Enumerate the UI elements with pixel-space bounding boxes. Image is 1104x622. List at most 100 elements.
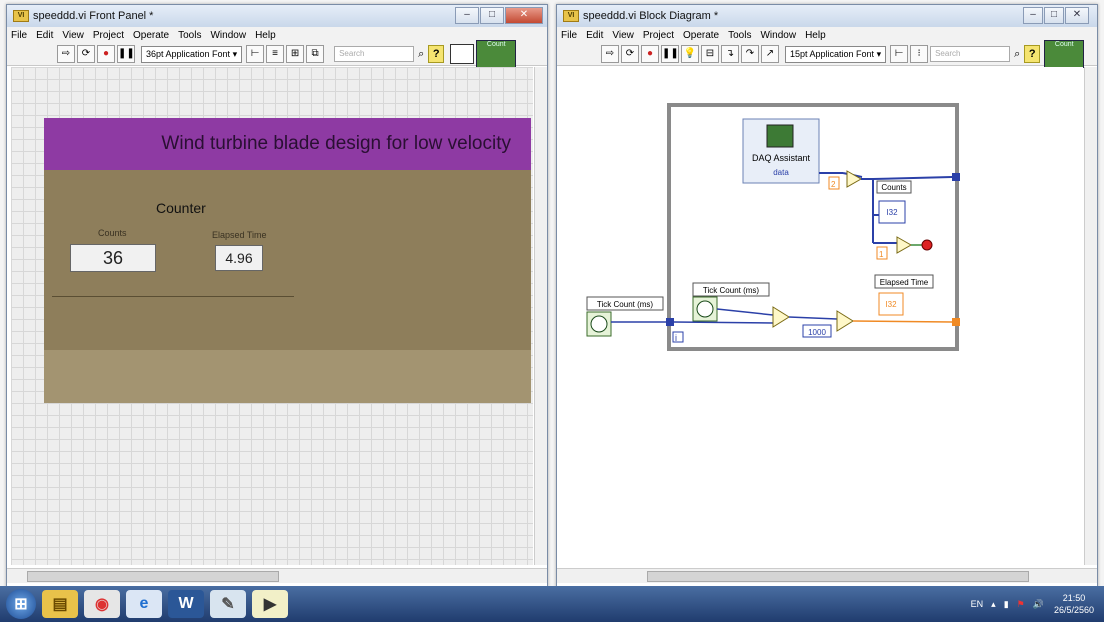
search-input[interactable]: Search bbox=[930, 46, 1011, 62]
constant-1000-label: 1000 bbox=[808, 328, 826, 337]
distribute-icon[interactable]: ≡ bbox=[266, 45, 285, 63]
help-icon[interactable]: ? bbox=[428, 45, 445, 63]
menu-operate[interactable]: Operate bbox=[683, 30, 719, 41]
daq-assistant-icon bbox=[766, 124, 794, 148]
counter-heading: Counter bbox=[156, 200, 206, 216]
menu-operate[interactable]: Operate bbox=[133, 30, 169, 41]
front-panel-decoration: Wind turbine blade design for low veloci… bbox=[44, 118, 531, 403]
menu-file[interactable]: File bbox=[11, 30, 27, 41]
cleanup-icon[interactable]: ⁝ bbox=[910, 45, 929, 63]
run-arrow-icon[interactable]: ⇨ bbox=[601, 45, 619, 63]
run-continuously-icon[interactable]: ⟳ bbox=[621, 45, 639, 63]
reorder-icon[interactable]: ⧉ bbox=[306, 45, 325, 63]
counts-indicator: 36 bbox=[70, 244, 156, 272]
run-arrow-icon[interactable]: ⇨ bbox=[57, 45, 75, 63]
menu-edit[interactable]: Edit bbox=[586, 30, 603, 41]
compare-node[interactable] bbox=[846, 170, 863, 188]
windows-taskbar: ⊞ ▤ ◉ e W ✎ ▶ EN ▴ ▮ ⚑ 🔊 21:50 26/5/2560 bbox=[0, 586, 1104, 622]
horizontal-scrollbar[interactable] bbox=[557, 568, 1097, 583]
font-select[interactable]: 36pt Application Font ▾ bbox=[141, 45, 243, 63]
menu-edit[interactable]: Edit bbox=[36, 30, 53, 41]
paint-icon[interactable]: ✎ bbox=[210, 590, 246, 618]
menu-file[interactable]: File bbox=[561, 30, 577, 41]
help-icon[interactable]: ? bbox=[1024, 45, 1041, 63]
menu-tools[interactable]: Tools bbox=[728, 30, 751, 41]
start-button[interactable]: ⊞ bbox=[6, 589, 36, 619]
action-center-icon[interactable]: ⚑ bbox=[1017, 599, 1025, 610]
greater-or-equal-node[interactable] bbox=[896, 236, 913, 254]
search-input[interactable]: Search bbox=[334, 46, 415, 62]
block-diagram-window[interactable]: VI speeddd.vi Block Diagram * – □ ✕ File… bbox=[556, 4, 1098, 588]
pause-icon[interactable]: ❚❚ bbox=[661, 45, 679, 63]
menu-project[interactable]: Project bbox=[643, 30, 674, 41]
close-button[interactable]: ✕ bbox=[505, 7, 543, 24]
menu-help[interactable]: Help bbox=[805, 30, 826, 41]
chrome-icon[interactable]: ◉ bbox=[84, 590, 120, 618]
minimize-button[interactable]: – bbox=[455, 7, 479, 24]
vertical-scrollbar[interactable] bbox=[534, 67, 547, 565]
retain-wire-values-icon[interactable]: ⊟ bbox=[701, 45, 719, 63]
align-icon[interactable]: ⊢ bbox=[890, 45, 909, 63]
step-out-icon[interactable]: ↗ bbox=[761, 45, 779, 63]
pause-icon[interactable]: ❚❚ bbox=[117, 45, 135, 63]
signal-icon[interactable]: ▮ bbox=[1004, 599, 1009, 610]
subtract-node[interactable] bbox=[772, 306, 790, 328]
front-panel-title: speeddd.vi Front Panel * bbox=[33, 10, 154, 22]
labview-icon[interactable]: ▶ bbox=[252, 590, 288, 618]
divide-node[interactable] bbox=[836, 310, 854, 332]
clock-date: 26/5/2560 bbox=[1053, 605, 1094, 615]
tray-up-arrow-icon[interactable]: ▴ bbox=[991, 599, 996, 610]
vi-connector-pane bbox=[450, 44, 475, 64]
front-panel-toolbar: ⇨ ⟳ ● ❚❚ 36pt Application Font ▾ ⊢ ≡ ⊞ ⧉… bbox=[7, 40, 547, 68]
vi-icon-count: Count bbox=[1044, 40, 1085, 68]
block-diagram-canvas[interactable]: i DAQ Assistant data 2 Counts I32 1 Tick… bbox=[557, 67, 1083, 565]
menu-view[interactable]: View bbox=[62, 30, 84, 41]
vi-icon-count: Count bbox=[476, 40, 517, 68]
align-icon[interactable]: ⊢ bbox=[246, 45, 265, 63]
word-icon[interactable]: W bbox=[168, 590, 204, 618]
step-into-icon[interactable]: ↴ bbox=[721, 45, 739, 63]
menu-window[interactable]: Window bbox=[760, 30, 796, 41]
clock-time: 21:50 bbox=[1062, 593, 1086, 603]
menu-view[interactable]: View bbox=[612, 30, 634, 41]
language-indicator[interactable]: EN bbox=[971, 599, 984, 609]
front-panel-titlebar[interactable]: VI speeddd.vi Front Panel * – □ ✕ bbox=[7, 5, 547, 27]
close-button[interactable]: ✕ bbox=[1065, 7, 1089, 24]
step-over-icon[interactable]: ↷ bbox=[741, 45, 759, 63]
run-continuously-icon[interactable]: ⟳ bbox=[77, 45, 95, 63]
file-explorer-icon[interactable]: ▤ bbox=[42, 590, 78, 618]
menu-project[interactable]: Project bbox=[93, 30, 124, 41]
menu-help[interactable]: Help bbox=[255, 30, 276, 41]
window-controls: – □ ✕ bbox=[454, 7, 543, 24]
daq-output-label: data bbox=[773, 168, 789, 177]
internet-explorer-icon[interactable]: e bbox=[126, 590, 162, 618]
minimize-button[interactable]: – bbox=[1023, 7, 1043, 24]
search-icon[interactable]: ⌕ bbox=[1014, 48, 1020, 61]
shift-register-right bbox=[952, 173, 960, 181]
horizontal-scrollbar[interactable] bbox=[7, 568, 547, 583]
vi-icon: VI bbox=[563, 10, 579, 22]
maximize-button[interactable]: □ bbox=[1044, 7, 1064, 24]
abort-icon[interactable]: ● bbox=[641, 45, 659, 63]
separator-line bbox=[52, 296, 294, 297]
highlight-execution-icon[interactable]: 💡 bbox=[681, 45, 699, 63]
abort-icon[interactable]: ● bbox=[97, 45, 115, 63]
font-select[interactable]: 15pt Application Font ▾ bbox=[785, 45, 887, 63]
clock-icon bbox=[696, 300, 714, 318]
maximize-button[interactable]: □ bbox=[480, 7, 504, 24]
constant-1-label: 1 bbox=[879, 250, 884, 259]
volume-icon[interactable]: 🔊 bbox=[1033, 599, 1044, 610]
tunnel-left bbox=[666, 318, 674, 326]
banner: Wind turbine blade design for low veloci… bbox=[44, 118, 531, 170]
menu-tools[interactable]: Tools bbox=[178, 30, 201, 41]
block-diagram-titlebar[interactable]: VI speeddd.vi Block Diagram * – □ ✕ bbox=[557, 5, 1097, 27]
counts-indicator-label: Counts bbox=[881, 183, 906, 192]
loop-iteration-label: i bbox=[675, 333, 677, 343]
menu-window[interactable]: Window bbox=[210, 30, 246, 41]
clock[interactable]: 21:50 26/5/2560 bbox=[1054, 592, 1094, 616]
vertical-scrollbar[interactable] bbox=[1084, 67, 1097, 565]
stop-terminal[interactable] bbox=[921, 239, 933, 251]
block-diagram-title: speeddd.vi Block Diagram * bbox=[583, 10, 719, 22]
search-icon[interactable]: ⌕ bbox=[418, 48, 424, 61]
resize-icon[interactable]: ⊞ bbox=[286, 45, 305, 63]
